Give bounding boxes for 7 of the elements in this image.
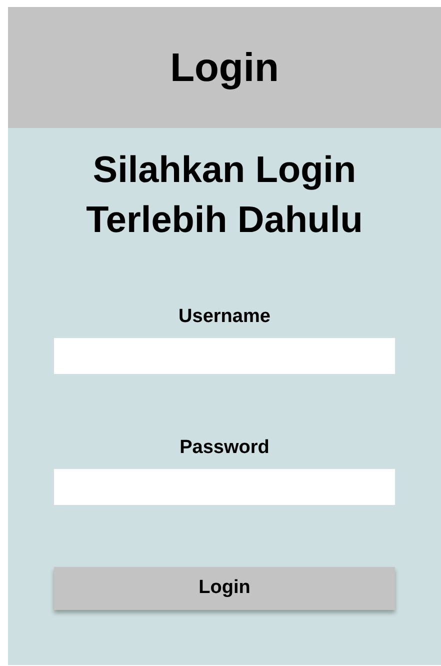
- input-field[interactable]: [54, 338, 395, 374]
- field-label: Username: [178, 305, 270, 329]
- heading: Silahkan Login Terlebih Dahulu: [85, 148, 364, 242]
- field-label: Password: [180, 436, 270, 460]
- page-title: Login: [170, 48, 279, 88]
- login-button[interactable]: Login: [54, 567, 395, 610]
- input-field[interactable]: [54, 469, 395, 505]
